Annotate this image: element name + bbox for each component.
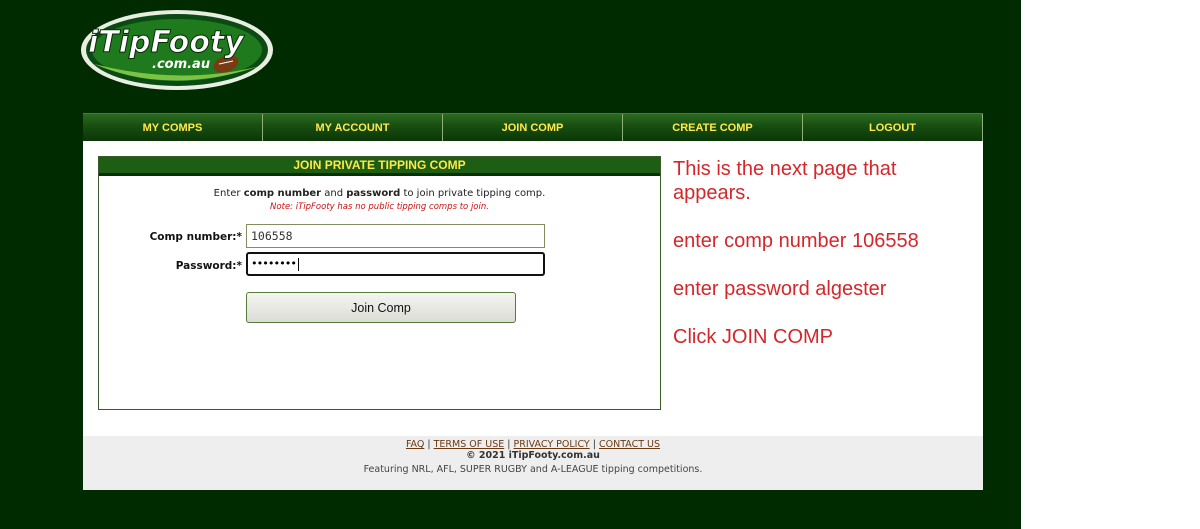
footer-separator: | <box>507 439 511 450</box>
footer-link-privacy[interactable]: PRIVACY POLICY <box>514 439 590 450</box>
instruction-line: Click JOIN COMP <box>673 326 833 348</box>
comp-number-value: 106558 <box>251 229 293 243</box>
footer: FAQ | TERMS OF USE | PRIVACY POLICY | CO… <box>83 436 983 490</box>
password-label: Password:* <box>175 260 242 272</box>
footer-separator: | <box>592 439 596 450</box>
footer-separator: | <box>427 439 431 450</box>
nav-my-account[interactable]: MY ACCOUNT <box>263 114 443 142</box>
password-mask: •••••••• <box>251 257 297 270</box>
instructions: This is the next page that appears. ente… <box>673 157 973 373</box>
join-comp-panel: JOIN PRIVATE TIPPING COMP Enter comp num… <box>98 156 661 410</box>
comp-number-label: Comp number:* <box>149 231 242 243</box>
footer-link-terms[interactable]: TERMS OF USE <box>434 439 505 450</box>
featuring-text: Featuring NRL, AFL, SUPER RUGBY and A-LE… <box>363 464 703 475</box>
intro-password: password <box>346 188 401 199</box>
note-text: Note: iTipFooty has no public tipping co… <box>270 202 489 212</box>
site-logo[interactable]: iTipFooty .com.au <box>80 6 280 94</box>
instruction-line: This is the next page that appears. <box>673 158 897 204</box>
password-input[interactable]: •••••••• <box>246 252 545 276</box>
content-area: JOIN PRIVATE TIPPING COMP Enter comp num… <box>83 141 983 436</box>
intro-mid: and <box>321 188 347 199</box>
main-nav: MY COMPS MY ACCOUNT JOIN COMP CREATE COM… <box>83 113 983 142</box>
instruction-line: enter password algester <box>673 278 887 300</box>
svg-text:iTipFooty: iTipFooty <box>88 25 245 60</box>
intro-text: Enter comp number and password to join p… <box>99 188 660 199</box>
nav-logout[interactable]: LOGOUT <box>803 114 983 142</box>
intro-post: to join private tipping comp. <box>400 188 546 199</box>
comp-number-input[interactable]: 106558 <box>246 224 545 248</box>
instruction-line: enter comp number 106558 <box>673 230 919 252</box>
join-comp-button[interactable]: Join Comp <box>246 292 516 323</box>
footer-links: FAQ | TERMS OF USE | PRIVACY POLICY | CO… <box>83 439 983 450</box>
footer-link-faq[interactable]: FAQ <box>406 439 424 450</box>
text-caret <box>297 257 299 271</box>
nav-create-comp[interactable]: CREATE COMP <box>623 114 803 142</box>
panel-title: JOIN PRIVATE TIPPING COMP <box>99 157 660 176</box>
footer-link-contact[interactable]: CONTACT US <box>599 439 660 450</box>
copyright: © 2021 iTipFooty.com.au <box>466 450 600 461</box>
logo-graphic: iTipFooty .com.au <box>81 10 273 90</box>
intro-pre: Enter <box>213 188 244 199</box>
svg-text:.com.au: .com.au <box>152 57 210 72</box>
intro-comp-number: comp number <box>243 188 322 199</box>
nav-join-comp[interactable]: JOIN COMP <box>443 114 623 142</box>
nav-my-comps[interactable]: MY COMPS <box>83 114 263 142</box>
